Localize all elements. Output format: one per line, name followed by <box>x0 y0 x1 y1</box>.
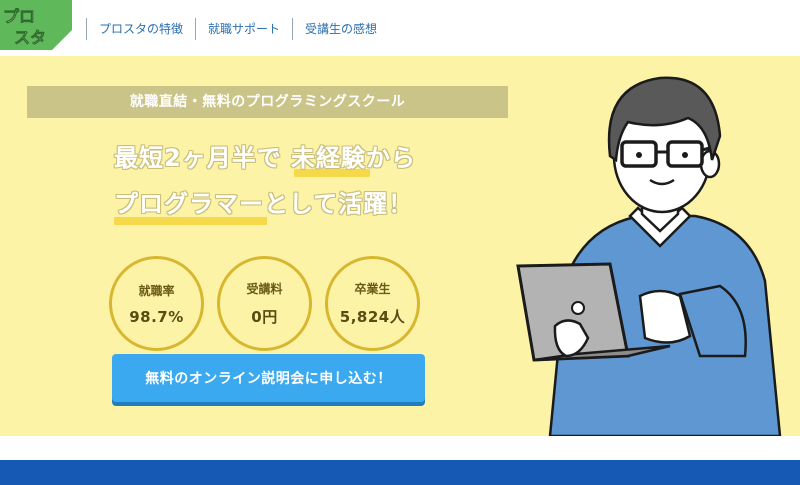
apply-seminar-button[interactable]: 無料のオンライン説明会に申し込む！ <box>112 354 425 402</box>
programmer-with-laptop-illustration <box>516 76 782 436</box>
nav-item-job-support[interactable]: 就職サポート <box>196 19 292 39</box>
nav-item-features[interactable]: プロスタの特徴 <box>87 19 195 39</box>
hero-tagline: 就職直結・無料のプログラミングスクール <box>27 86 508 118</box>
stat-label: 就職率 <box>138 283 175 298</box>
stat-value: 5,824人 <box>339 308 406 326</box>
svg-text:プロ: プロ <box>3 7 35 26</box>
stat-graduates: 卒業生 5,824人 <box>325 256 420 351</box>
hero-headline-line2: プログラマーとして活躍！ <box>114 190 414 218</box>
nav-item-testimonials[interactable]: 受講生の感想 <box>293 19 389 39</box>
stat-value: 98.7% <box>129 307 184 326</box>
stat-label: 卒業生 <box>354 282 391 296</box>
hero-headline-line1: 最短2ヶ月半で 未経験から <box>114 144 417 172</box>
stat-value: 0円 <box>251 308 278 326</box>
header: プロ スタ プロスタの特徴 就職サポート 受講生の感想 <box>0 0 800 56</box>
footer-band <box>0 460 800 485</box>
stat-employment-rate: 就職率 98.7% <box>109 256 204 351</box>
prosta-logo[interactable]: プロ スタ <box>0 0 72 50</box>
hero-section: 就職直結・無料のプログラミングスクール 最短2ヶ月半で 未経験から プログラマー… <box>0 56 800 436</box>
stat-label: 受講料 <box>246 282 283 296</box>
stat-tuition: 受講料 0円 <box>217 256 312 351</box>
svg-text:スタ: スタ <box>14 28 46 47</box>
main-nav: プロスタの特徴 就職サポート 受講生の感想 <box>86 18 389 40</box>
stats-row: 就職率 98.7% 受講料 0円 卒業生 5,824人 <box>109 256 420 351</box>
